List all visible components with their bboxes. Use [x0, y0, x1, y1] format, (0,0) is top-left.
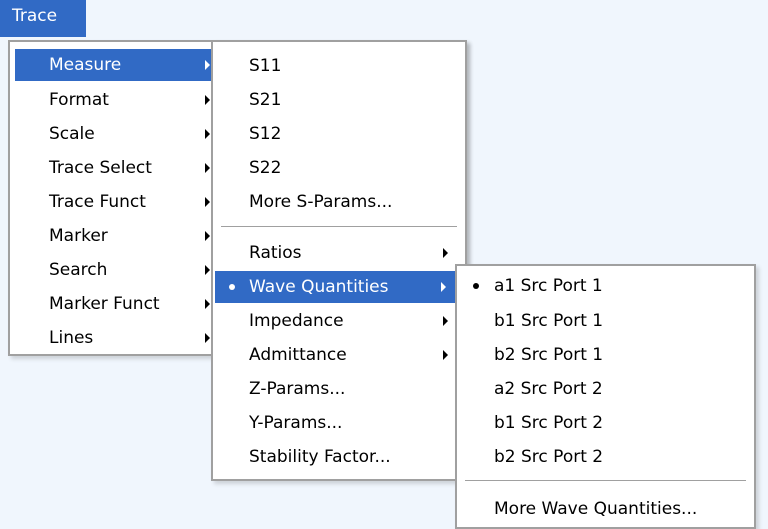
trace-menu-item-format[interactable]: Format [15, 84, 218, 116]
wave-item-b1-src-port-2[interactable]: b1 Src Port 2 [459, 407, 752, 439]
measure-item-y-params[interactable]: Y-Params... [215, 407, 463, 439]
measure-item-label: S11 [249, 56, 282, 76]
trace-menu-item-label: Marker [49, 226, 108, 246]
measure-item-label: Stability Factor... [249, 447, 391, 467]
measure-item-label: Y-Params... [249, 413, 343, 433]
trace-menu-item-label: Trace Select [49, 158, 152, 178]
submenu-arrow-icon [205, 60, 210, 70]
measure-item-label: S21 [249, 90, 282, 110]
measure-item-label: Impedance [249, 311, 344, 331]
wave-item-label: b2 Src Port 1 [494, 345, 604, 365]
trace-menu-item-label: Lines [49, 328, 94, 348]
trace-menu-item-marker-funct[interactable]: Marker Funct [15, 288, 218, 320]
submenu-arrow-icon [205, 299, 210, 309]
measure-item-impedance[interactable]: Impedance [215, 305, 463, 337]
trace-menu-item-scale[interactable]: Scale [15, 118, 218, 150]
submenu-arrow-icon [205, 231, 210, 241]
menu-separator [221, 226, 457, 228]
submenu-arrow-icon [205, 95, 210, 105]
trace-menu-item-marker[interactable]: Marker [15, 220, 218, 252]
submenu-arrow-icon [205, 333, 210, 343]
menubar-trace[interactable]: Trace [0, 0, 86, 37]
wave-item-label: b1 Src Port 1 [494, 311, 604, 331]
trace-menu-item-trace-select[interactable]: Trace Select [15, 152, 218, 184]
trace-menu-item-label: Search [49, 260, 108, 280]
measure-item-stability-factor[interactable]: Stability Factor... [215, 441, 463, 473]
menu-separator [465, 480, 746, 482]
measure-item-wave-quantities[interactable]: Wave Quantities [215, 271, 456, 303]
measure-item-s22[interactable]: S22 [215, 152, 463, 184]
trace-menu-item-lines[interactable]: Lines [15, 322, 218, 354]
measure-item-s12[interactable]: S12 [215, 118, 463, 150]
wave-item-a1-src-port-1[interactable]: a1 Src Port 1 [459, 270, 752, 302]
measure-item-label: S22 [249, 158, 282, 178]
trace-menu-item-label: Trace Funct [49, 192, 146, 212]
submenu-arrow-icon [441, 282, 446, 292]
measure-item-label: More S-Params... [249, 192, 393, 212]
trace-menu-item-label: Measure [49, 55, 122, 75]
trace-menu-item-trace-funct[interactable]: Trace Funct [15, 186, 218, 218]
selected-bullet-icon [229, 284, 235, 290]
measure-item-s11[interactable]: S11 [215, 50, 463, 82]
trace-menu-item-label: Marker Funct [49, 294, 160, 314]
measure-item-label: S12 [249, 124, 282, 144]
wave-item-label: b1 Src Port 2 [494, 413, 604, 433]
wave-item-b2-src-port-2[interactable]: b2 Src Port 2 [459, 441, 752, 473]
submenu-arrow-icon [205, 163, 210, 173]
menubar-trace-label: Trace [12, 6, 58, 26]
submenu-arrow-icon [205, 265, 210, 275]
measure-item-admittance[interactable]: Admittance [215, 339, 463, 371]
measure-item-s21[interactable]: S21 [215, 84, 463, 116]
trace-menu-item-label: Format [49, 90, 109, 110]
trace-menu-item-label: Scale [49, 124, 95, 144]
selected-bullet-icon [473, 283, 479, 289]
wave-item-b2-src-port-1[interactable]: b2 Src Port 1 [459, 339, 752, 371]
wave-item-more-wave-quantities[interactable]: More Wave Quantities... [459, 493, 752, 525]
wave-item-label: a1 Src Port 1 [494, 276, 603, 296]
wave-item-label: b2 Src Port 2 [494, 447, 604, 467]
measure-item-label: Admittance [249, 345, 347, 365]
submenu-arrow-icon [205, 129, 210, 139]
measure-submenu: S11 S21 S12 S22 More S-Params... Ratios … [211, 40, 467, 481]
trace-menu-item-search[interactable]: Search [15, 254, 218, 286]
wave-item-b1-src-port-1[interactable]: b1 Src Port 1 [459, 305, 752, 337]
measure-item-more-s-params[interactable]: More S-Params... [215, 186, 463, 218]
wave-quantities-submenu: a1 Src Port 1 b1 Src Port 1 b2 Src Port … [455, 264, 756, 529]
wave-item-label: More Wave Quantities... [494, 499, 698, 519]
measure-item-label: Wave Quantities [249, 277, 389, 297]
submenu-arrow-icon [443, 350, 448, 360]
submenu-arrow-icon [443, 248, 448, 258]
submenu-arrow-icon [443, 316, 448, 326]
measure-item-label: Ratios [249, 243, 302, 263]
submenu-arrow-icon [205, 197, 210, 207]
wave-item-label: a2 Src Port 2 [494, 379, 603, 399]
trace-menu-item-measure[interactable]: Measure [15, 49, 218, 81]
measure-item-z-params[interactable]: Z-Params... [215, 373, 463, 405]
measure-item-label: Z-Params... [249, 379, 346, 399]
wave-item-a2-src-port-2[interactable]: a2 Src Port 2 [459, 373, 752, 405]
measure-item-ratios[interactable]: Ratios [215, 237, 463, 269]
